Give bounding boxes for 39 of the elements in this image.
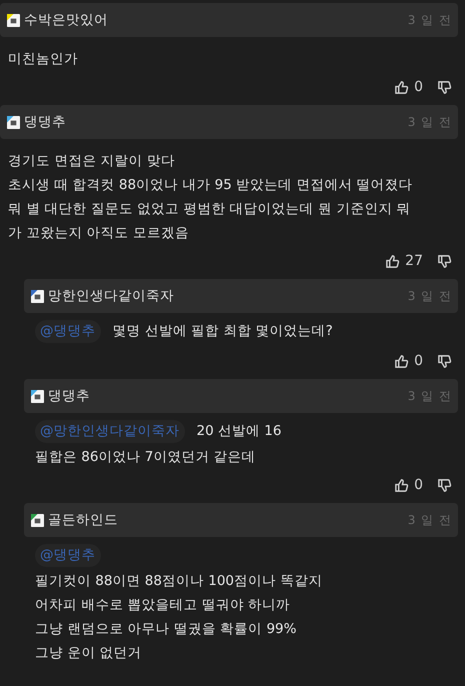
author-name[interactable]: 망한인생다같이죽자 xyxy=(48,287,174,305)
comment-text: 가 꼬왔는지 아직도 모르겠음 xyxy=(8,224,190,243)
post-time: 3 일 전 xyxy=(408,114,452,130)
author-name[interactable]: 댕댕추 xyxy=(48,387,90,405)
post-time: 3 일 전 xyxy=(408,12,452,28)
post-time: 3 일 전 xyxy=(408,512,452,528)
thumbs-up-icon[interactable] xyxy=(394,80,410,94)
avatar-icon xyxy=(31,390,44,402)
comment-text: 어차피 배수로 뽑았을테고 떨궈야 하니까 xyxy=(35,596,292,615)
like-button[interactable]: 0 xyxy=(394,79,423,95)
post-time: 3 일 전 xyxy=(408,388,452,404)
avatar-icon xyxy=(31,514,44,526)
comment-text: 미친놈인가 xyxy=(8,50,79,69)
author-name[interactable]: 수박은맛있어 xyxy=(24,11,108,29)
dislike-icon[interactable] xyxy=(437,254,452,268)
comment-text: 초시생 때 합격컷 88이었나 내가 95 받았는데 면접에서 떨어졌다 xyxy=(8,176,414,195)
comment-text: 그냥 운이 없던거 xyxy=(35,644,143,663)
avatar-icon xyxy=(7,14,20,26)
avatar-icon xyxy=(31,290,44,302)
like-button[interactable]: 0 xyxy=(394,353,423,369)
post-time: 3 일 전 xyxy=(408,288,452,304)
dislike-icon[interactable] xyxy=(437,354,452,368)
thumbs-up-icon[interactable] xyxy=(385,254,400,268)
author-name[interactable]: 골든하인드 xyxy=(48,511,118,529)
avatar-icon xyxy=(7,116,20,128)
author-name[interactable]: 댕댕추 xyxy=(24,113,66,131)
comment-text: 필기컷이 88이면 88점이나 100점이나 똑같지 xyxy=(35,572,324,591)
comment-text: 경기도 면접은 지랄이 맞다 xyxy=(8,152,176,171)
like-button[interactable]: 0 xyxy=(394,477,423,493)
dislike-icon[interactable] xyxy=(437,80,452,94)
comment-text: 그냥 랜덤으로 아무나 떨궜을 확률이 99% xyxy=(35,620,298,639)
comment-text: 20 선발에 16 xyxy=(196,422,282,441)
comment-text: 몇명 선발에 필합 최합 몇이었는데? xyxy=(112,322,333,341)
comment-text: 뭐 별 대단한 질문도 없었고 평범한 대답이었는데 뭔 기준인지 뭐 xyxy=(8,200,412,219)
like-button[interactable]: 27 xyxy=(385,253,423,269)
thumbs-up-icon[interactable] xyxy=(394,354,410,368)
dislike-icon[interactable] xyxy=(437,478,452,492)
comment-text: 필합은 86이었나 7이였던거 같은데 xyxy=(35,448,257,467)
thumbs-up-icon[interactable] xyxy=(394,478,410,492)
